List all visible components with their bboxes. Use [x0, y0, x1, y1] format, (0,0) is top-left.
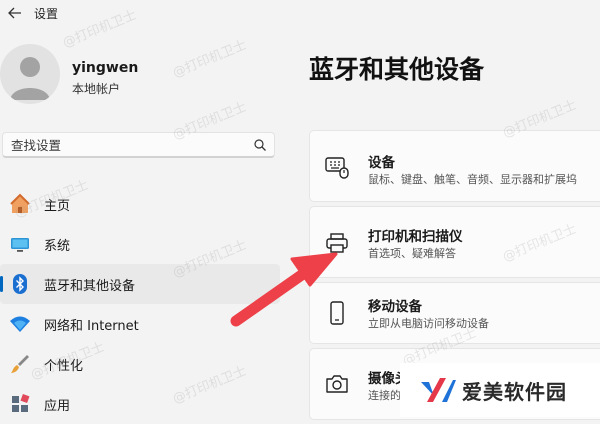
brand-badge: 爱美软件园: [400, 363, 600, 417]
annotation-arrow: [230, 252, 338, 327]
brand-logo-icon: [421, 378, 456, 402]
brand-name: 爱美软件园: [462, 380, 567, 404]
